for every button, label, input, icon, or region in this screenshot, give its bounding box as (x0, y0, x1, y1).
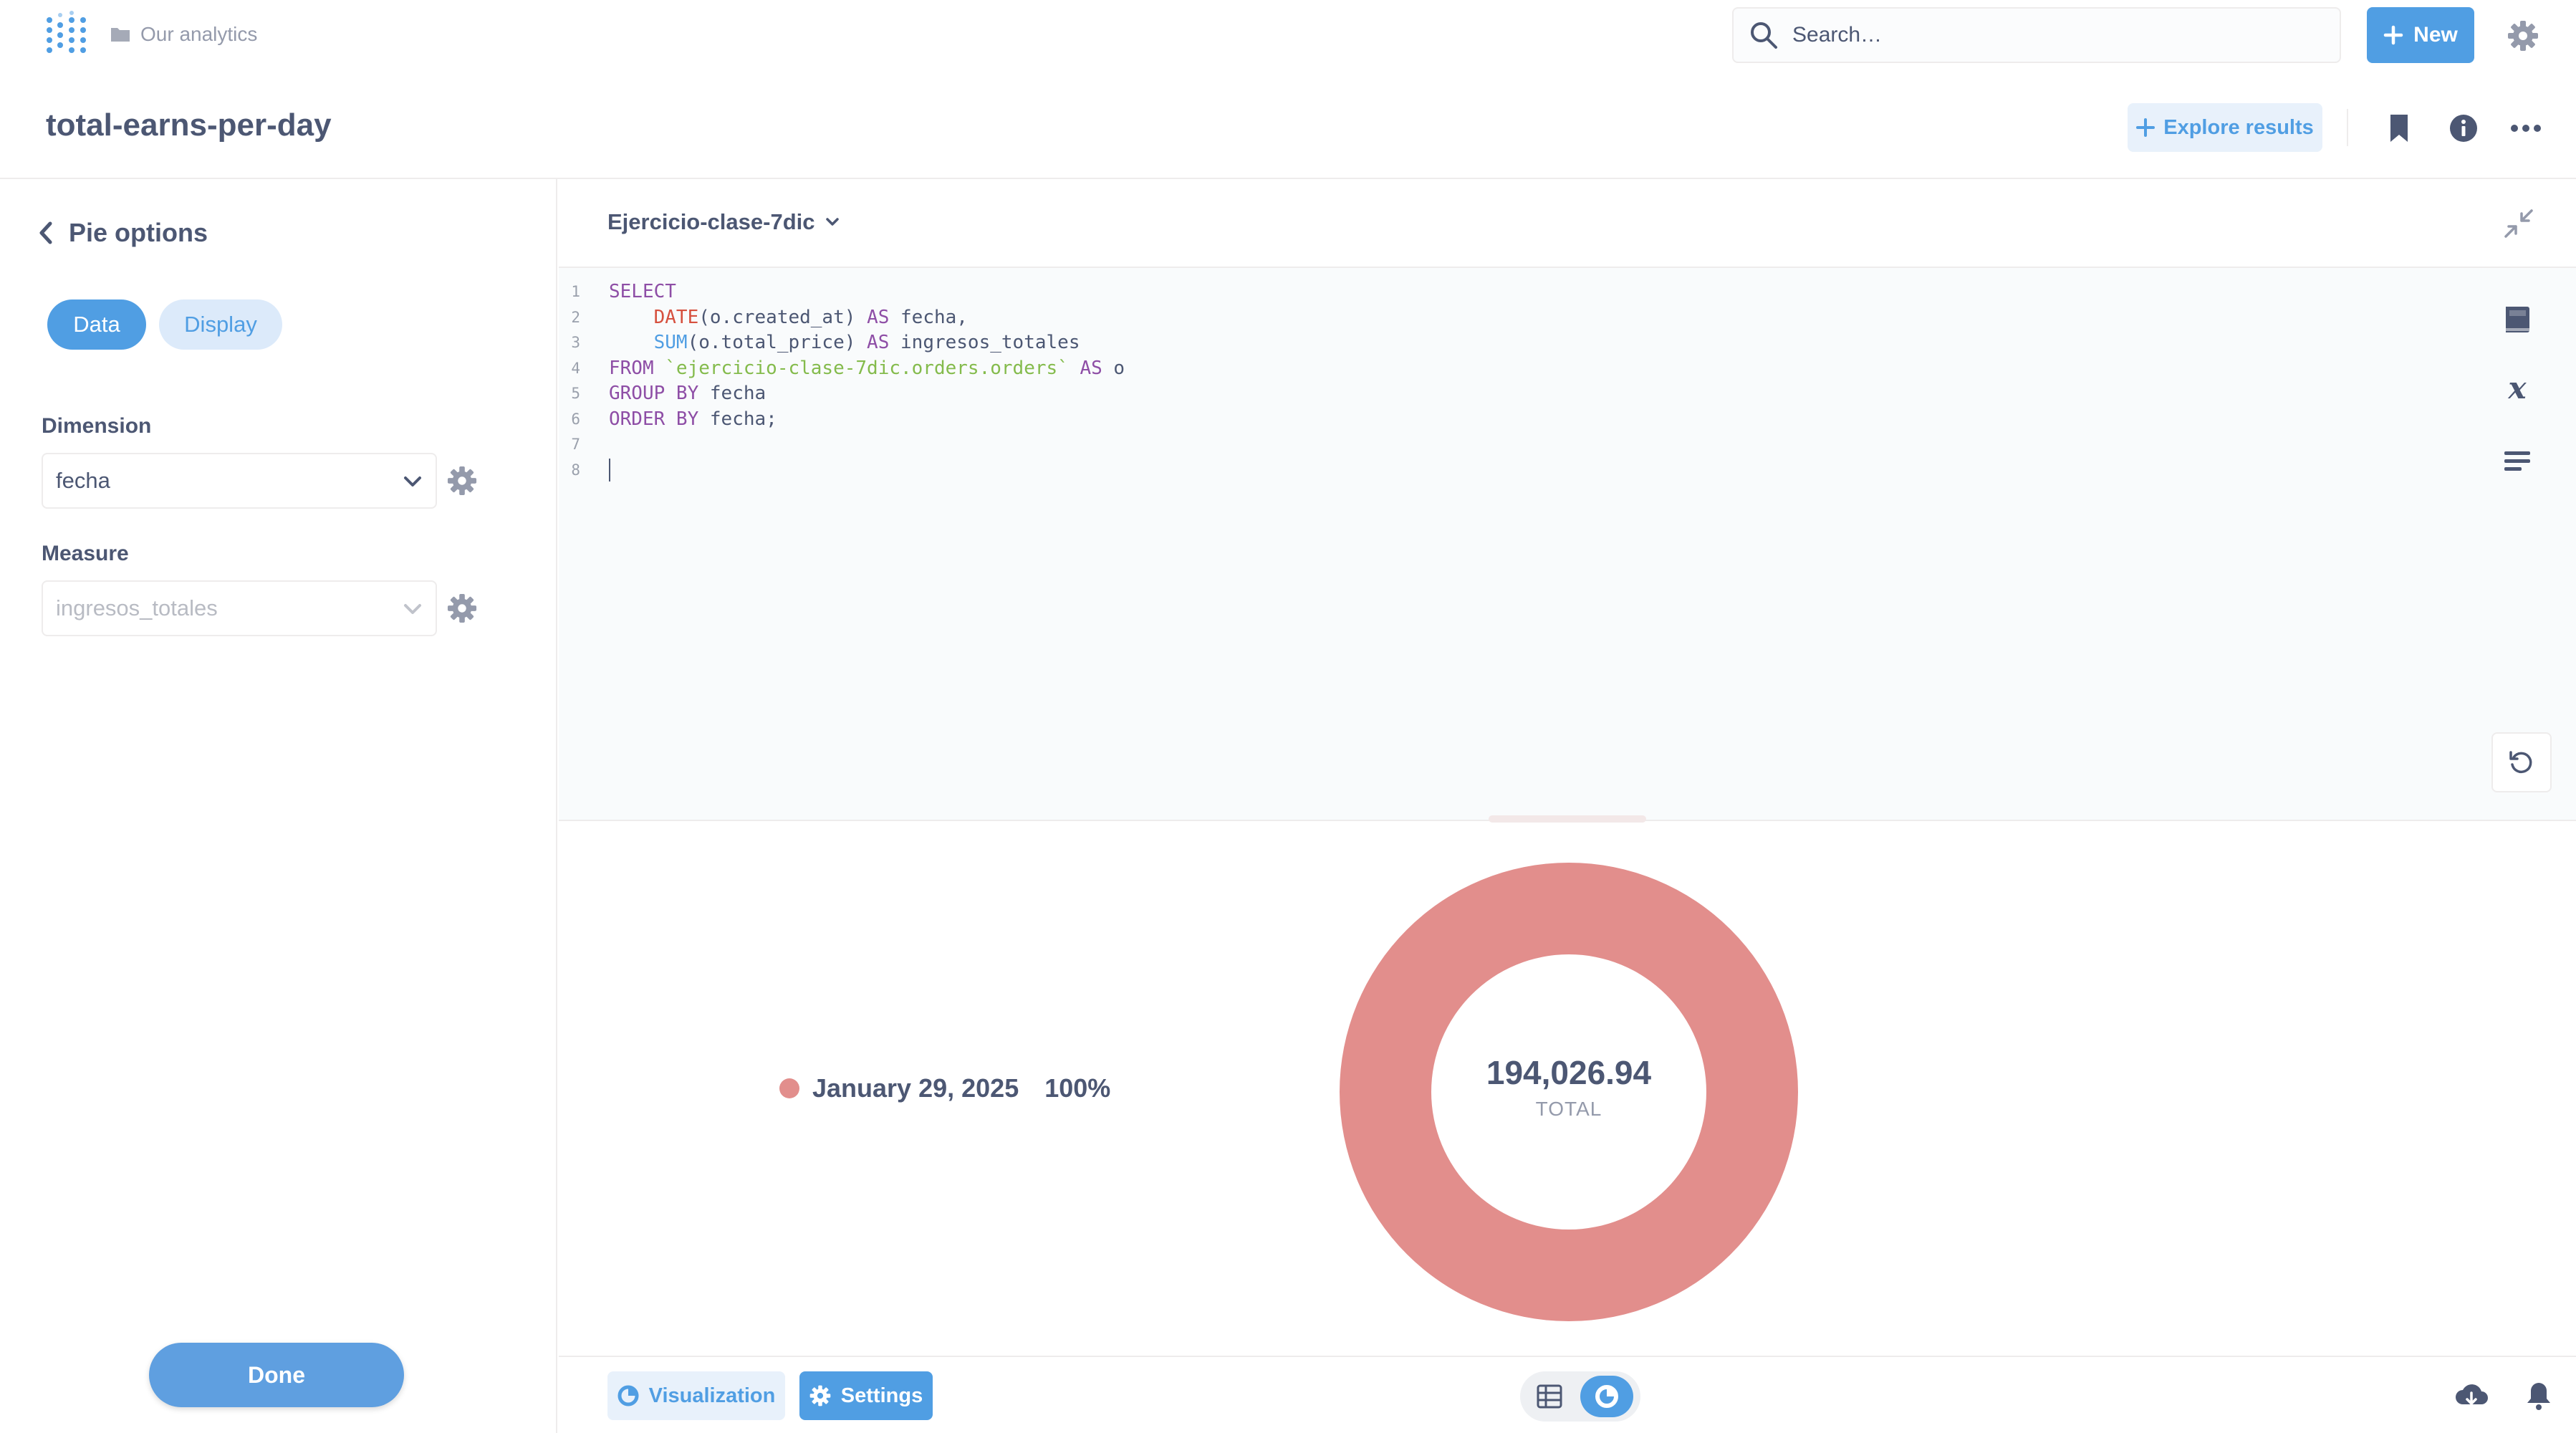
sql-code[interactable]: 1 SELECT 2 DATE(o.created_at) AS fecha, 3… (559, 279, 1125, 483)
search-input[interactable] (1792, 23, 2294, 47)
code-line: 2 DATE(o.created_at) AS fecha, (571, 306, 968, 328)
explore-results-button[interactable]: Explore results (2128, 103, 2322, 152)
measure-settings-gear-icon[interactable] (447, 593, 477, 623)
code-line: 7 (571, 436, 580, 453)
pie-chart-icon (1595, 1385, 1618, 1408)
bookmark-icon[interactable] (2385, 113, 2413, 143)
title-divider (2347, 109, 2348, 146)
chevron-left-icon (39, 221, 52, 244)
top-bar: Our analytics New (0, 0, 2576, 70)
pie-options-back[interactable]: Pie options (39, 218, 208, 248)
code-line: 1 SELECT (571, 281, 676, 302)
code-line: 4 FROM `ejercicio-clase-7dic.orders.order… (571, 357, 1125, 379)
dimension-select[interactable]: fecha (42, 453, 437, 509)
measure-label: Measure (42, 542, 129, 565)
donut-total-label: TOTAL (1535, 1098, 1602, 1120)
tab-data[interactable]: Data (47, 299, 146, 350)
metabase-logo-icon[interactable] (46, 10, 87, 57)
pie-options-title: Pie options (69, 218, 208, 247)
chevron-down-icon (404, 476, 421, 487)
gear-icon (809, 1385, 831, 1406)
code-line: 5 GROUP BY fecha (571, 383, 766, 404)
code-line: 6 ORDER BY fecha; (571, 408, 777, 430)
settings-button[interactable]: Settings (799, 1371, 933, 1420)
donut-total-value: 194,026.94 (1486, 1054, 1652, 1091)
chart-view-toggle[interactable] (1580, 1376, 1633, 1417)
database-picker[interactable]: Ejercicio-clase-7dic (607, 209, 840, 235)
visualization-label: Visualization (648, 1384, 776, 1407)
tab-display[interactable]: Display (159, 299, 282, 350)
new-button-label: New (2413, 23, 2458, 47)
measure-select[interactable]: ingresos_totales (42, 580, 437, 636)
chevron-down-icon (825, 218, 839, 226)
legend-label: January 29, 2025 (812, 1073, 1019, 1103)
breadcrumb-collection[interactable]: Our analytics (140, 23, 257, 46)
search-bar[interactable] (1732, 7, 2341, 63)
sparkle-plus-icon (2136, 118, 2156, 137)
gear-icon[interactable] (2507, 20, 2539, 52)
snippets-icon[interactable] (2501, 446, 2533, 477)
code-line: 3 SUM(o.total_price) AS ingresos_totales (571, 332, 1080, 353)
search-icon (1751, 22, 1777, 49)
info-icon[interactable] (2448, 113, 2479, 143)
folder-icon (111, 28, 130, 42)
pie-slice[interactable] (1340, 863, 1798, 1321)
variables-x-icon[interactable]: x (2501, 373, 2533, 404)
download-icon[interactable] (2454, 1380, 2489, 1412)
data-reference-book-icon[interactable] (2501, 304, 2533, 335)
question-title[interactable]: total-earns-per-day (46, 107, 332, 143)
chevron-down-icon (404, 604, 421, 614)
done-button[interactable]: Done (149, 1343, 404, 1407)
plus-icon (2383, 25, 2403, 45)
dimension-label: Dimension (42, 414, 152, 438)
more-options-icon[interactable] (2510, 123, 2542, 133)
pie-chart[interactable] (1338, 861, 1799, 1323)
code-line: 8 (559, 458, 1125, 484)
refresh-icon (2509, 751, 2532, 774)
database-name: Ejercicio-clase-7dic (607, 209, 815, 234)
text-cursor (609, 459, 610, 481)
pie-chart-icon (617, 1385, 639, 1406)
new-button[interactable]: New (2367, 7, 2474, 63)
visualization-button[interactable]: Visualization (607, 1371, 785, 1420)
editor-header: Ejercicio-clase-7dic (559, 179, 2576, 268)
pie-options-sidebar: Pie options Data Display Dimension fecha… (0, 179, 557, 1433)
visualization-area: January 29, 2025 100% 194,026.94 TOTAL (559, 823, 2576, 1356)
bottom-bar: Visualization Settings (559, 1356, 2576, 1433)
dimension-settings-gear-icon[interactable] (447, 466, 477, 496)
view-toggle[interactable] (1520, 1371, 1640, 1422)
legend-item[interactable]: January 29, 2025 100% (779, 1073, 1110, 1103)
legend-dot (779, 1078, 799, 1098)
measure-value: ingresos_totales (56, 595, 218, 620)
editor-resize-handle[interactable] (1489, 815, 1646, 823)
explore-results-label: Explore results (2163, 115, 2314, 139)
settings-label: Settings (840, 1384, 923, 1407)
legend-percent: 100% (1044, 1073, 1111, 1103)
collapse-editor-icon[interactable] (2503, 208, 2534, 239)
dimension-value: fecha (56, 468, 110, 493)
table-view-icon[interactable] (1536, 1383, 1563, 1410)
breadcrumb[interactable]: Our analytics (110, 20, 257, 49)
alert-bell-icon[interactable] (2524, 1380, 2553, 1412)
run-query-button[interactable] (2491, 732, 2552, 792)
sql-editor[interactable]: 1 SELECT 2 DATE(o.created_at) AS fecha, 3… (559, 268, 2576, 821)
svg-text:x: x (2507, 373, 2527, 404)
